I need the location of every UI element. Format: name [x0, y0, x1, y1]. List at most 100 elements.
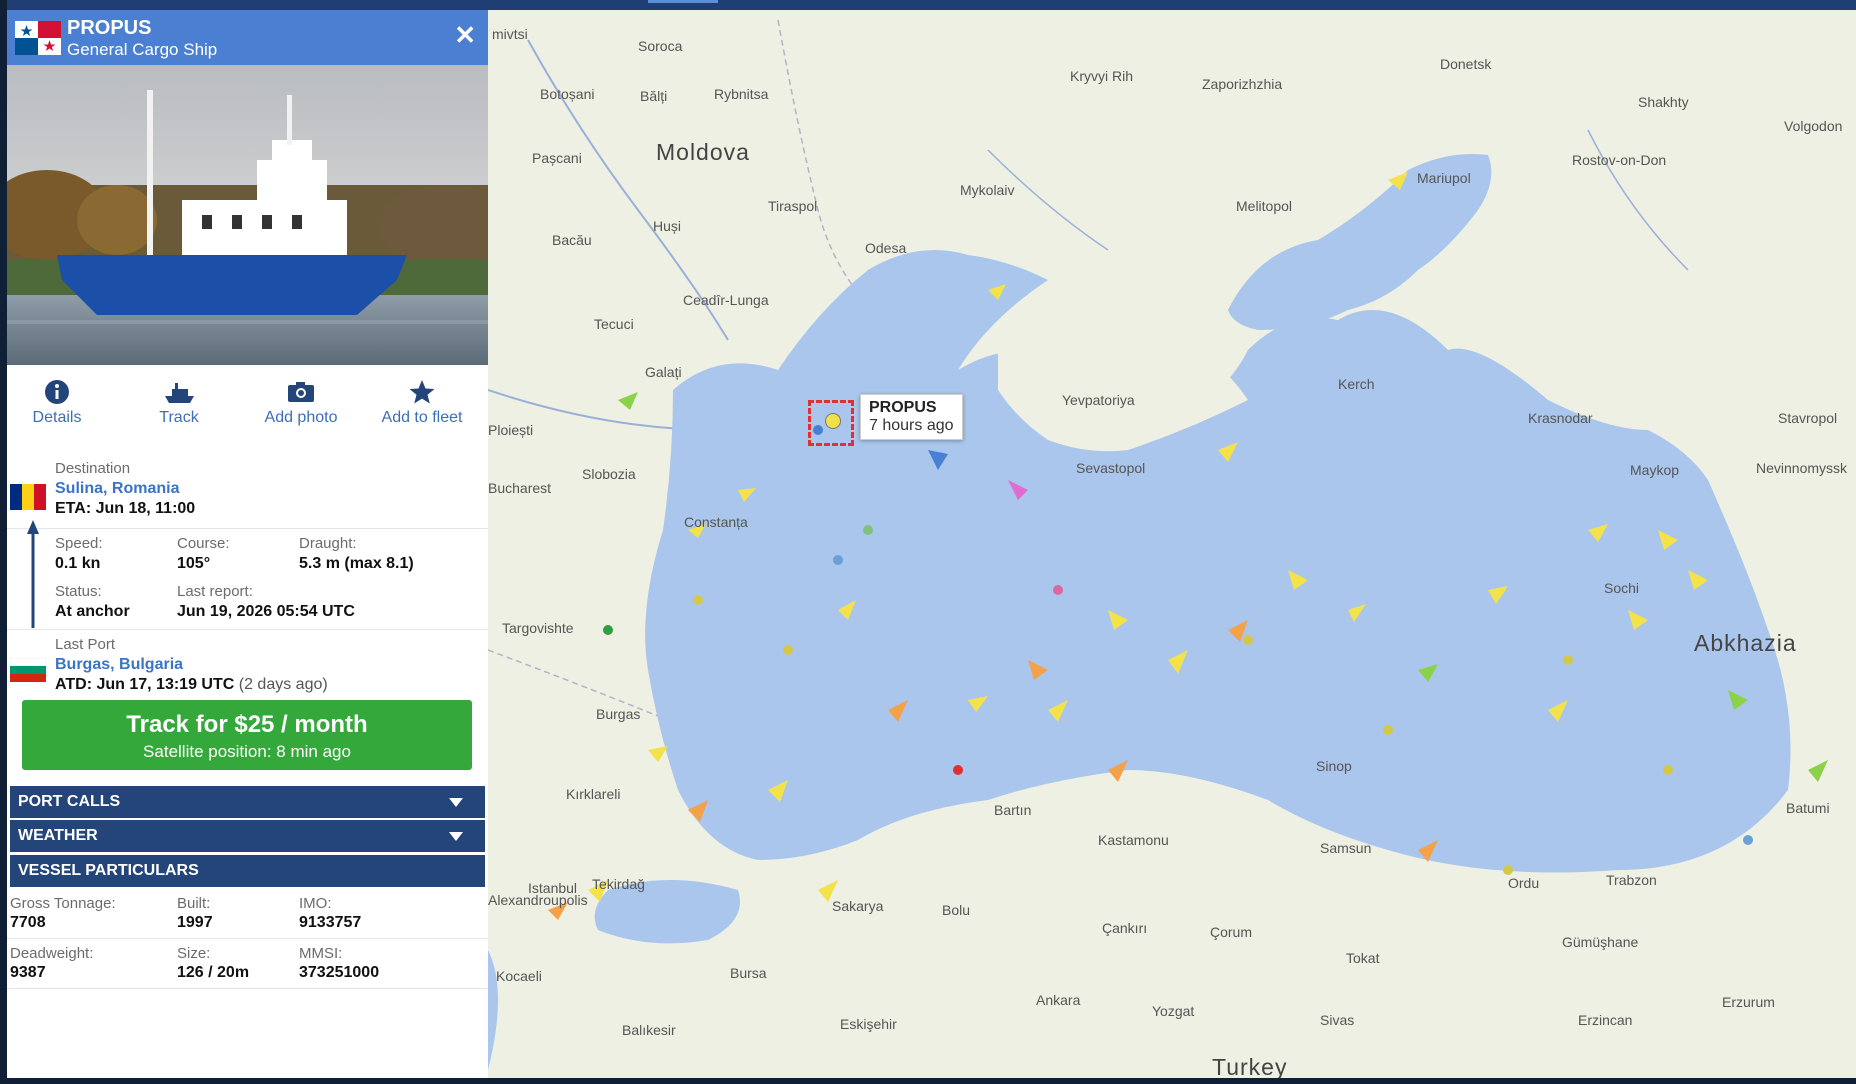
- mmsi-value: 373251000: [299, 964, 380, 981]
- place-label: Galați: [645, 364, 682, 380]
- gross-tonnage-value: 7708: [10, 914, 46, 931]
- ship-icon: [165, 383, 194, 403]
- add-photo-label: Add photo: [264, 409, 338, 426]
- track-button-sub: Satellite position: 8 min ago: [143, 742, 351, 761]
- vessel-name: PROPUS: [67, 17, 152, 39]
- eta-value: ETA: Jun 18, 11:00: [55, 500, 196, 517]
- particulars-row-1: Gross Tonnage: 7708 Built: 1997 IMO: 913…: [7, 890, 488, 939]
- details-label: Details: [32, 409, 82, 426]
- vessel-photo[interactable]: [7, 65, 488, 365]
- place-label: Burgas: [596, 706, 641, 722]
- place-label: Erzincan: [1578, 1012, 1633, 1028]
- weather-title: WEATHER: [18, 827, 98, 844]
- imo-label: IMO:: [299, 895, 332, 912]
- last-report-value: Jun 19, 2026 05:54 UTC: [177, 603, 355, 620]
- weather-section[interactable]: WEATHER: [10, 820, 485, 852]
- speed-label: Speed:: [55, 535, 103, 552]
- window-edge: [0, 0, 7, 1084]
- mmsi-label: MMSI:: [299, 945, 343, 962]
- close-icon[interactable]: ✕: [454, 22, 476, 48]
- place-label: Bursa: [730, 965, 767, 981]
- place-label: Mariupol: [1417, 170, 1471, 186]
- place-label: Bălți: [640, 88, 668, 104]
- add-to-fleet-button[interactable]: Add to fleet: [362, 375, 482, 427]
- course-label: Course:: [177, 535, 230, 552]
- place-label: Kocaeli: [496, 968, 542, 984]
- place-label: Erzurum: [1722, 994, 1775, 1010]
- place-label: Volgodon: [1784, 118, 1843, 134]
- size-value: 126 / 20m: [177, 964, 250, 981]
- place-label: Ankara: [1036, 992, 1081, 1008]
- port-calls-section[interactable]: PORT CALLS: [10, 786, 485, 818]
- vessel-type: General Cargo Ship: [67, 40, 218, 59]
- place-label: Çankırı: [1102, 920, 1148, 936]
- place-label: Bartın: [994, 802, 1032, 818]
- vessel-particulars-section[interactable]: VESSEL PARTICULARS: [10, 855, 485, 887]
- place-label: Eskişehir: [840, 1016, 897, 1032]
- star-icon: [409, 380, 435, 404]
- map-canvas[interactable]: mivtsi Soroca Botoșani Bălți Rybnitsa Mo…: [488, 10, 1856, 1078]
- vessel-map-tooltip[interactable]: PROPUS 7 hours ago: [860, 394, 963, 440]
- chevron-down-icon: [449, 832, 463, 841]
- panama-flag-icon: [15, 21, 61, 55]
- place-label: Alexandroupolis: [488, 892, 588, 908]
- place-label: Kerch: [1338, 376, 1375, 392]
- place-label: Bacău: [552, 232, 592, 248]
- place-label: Zaporizhzhia: [1202, 76, 1283, 92]
- place-label: Nevinnomyssk: [1756, 460, 1848, 476]
- place-label: Sivas: [1320, 1012, 1355, 1028]
- romania-flag-icon: [10, 484, 46, 510]
- place-label: Yevpatoriya: [1062, 392, 1135, 408]
- place-label: Çorum: [1210, 924, 1253, 940]
- chevron-down-icon: [449, 798, 463, 807]
- status-value: At anchor: [55, 603, 130, 620]
- place-label: Ceadîr-Lunga: [683, 292, 769, 308]
- selected-vessel-marker[interactable]: [808, 400, 854, 446]
- destination-link[interactable]: Sulina, Romania: [55, 480, 179, 498]
- place-label: Abkhazia: [1694, 630, 1797, 656]
- track-label: Track: [159, 409, 199, 426]
- place-label: Turkey: [1212, 1054, 1288, 1078]
- add-to-fleet-label: Add to fleet: [381, 409, 463, 426]
- place-label: Rybnitsa: [714, 86, 769, 102]
- status-label: Status:: [55, 583, 102, 600]
- place-label: Tokat: [1346, 950, 1380, 966]
- add-photo-button[interactable]: Add photo: [241, 375, 361, 427]
- place-label: Kırklareli: [566, 786, 621, 802]
- active-tab-indicator: [648, 0, 718, 3]
- last-report-label: Last report:: [177, 583, 253, 600]
- place-label: Batumi: [1786, 800, 1830, 816]
- port-calls-title: PORT CALLS: [18, 793, 121, 810]
- speed-course-row: Speed: 0.1 kn Course: 105° Draught: 5.3 …: [7, 529, 488, 579]
- place-label: Odesa: [865, 240, 907, 256]
- vessel-icon: [825, 413, 841, 429]
- track-button[interactable]: Track: [119, 375, 239, 427]
- place-label: Melitopol: [1236, 198, 1293, 214]
- place-label: Sinop: [1316, 758, 1352, 774]
- place-label: Moldova: [656, 139, 750, 165]
- place-label: Rostov-on-Don: [1572, 152, 1667, 168]
- destination-label: Destination: [55, 460, 131, 477]
- place-label: Botoșani: [540, 86, 595, 102]
- place-label: Tiraspol: [768, 198, 818, 214]
- atd-value: ATD: Jun 17, 13:19 UTC: [55, 676, 235, 693]
- track-button-label: Track for $25 / month: [126, 711, 368, 738]
- track-subscription-button[interactable]: Track for $25 / month Satellite position…: [22, 700, 472, 770]
- panel-header: PROPUS General Cargo Ship ✕: [7, 10, 488, 65]
- place-label: Kryvyi Rih: [1070, 68, 1134, 84]
- place-label: Kastamonu: [1098, 832, 1169, 848]
- details-button[interactable]: Details: [7, 375, 117, 427]
- place-label: Gümüşhane: [1562, 934, 1639, 950]
- place-label: mivtsi: [492, 26, 528, 42]
- draught-label: Draught:: [299, 535, 357, 552]
- last-port-link[interactable]: Burgas, Bulgaria: [55, 656, 183, 674]
- bulgaria-flag-icon: [10, 658, 46, 682]
- place-label: Huși: [653, 218, 682, 234]
- top-bar: [0, 0, 1856, 10]
- place-label: Ordu: [1508, 875, 1540, 891]
- atd-ago: (2 days ago): [238, 676, 328, 693]
- place-label: Constanța: [684, 514, 748, 530]
- tooltip-vessel-name: PROPUS: [869, 399, 937, 416]
- place-label: Tecuci: [594, 316, 634, 332]
- place-label: Targovishte: [502, 620, 574, 636]
